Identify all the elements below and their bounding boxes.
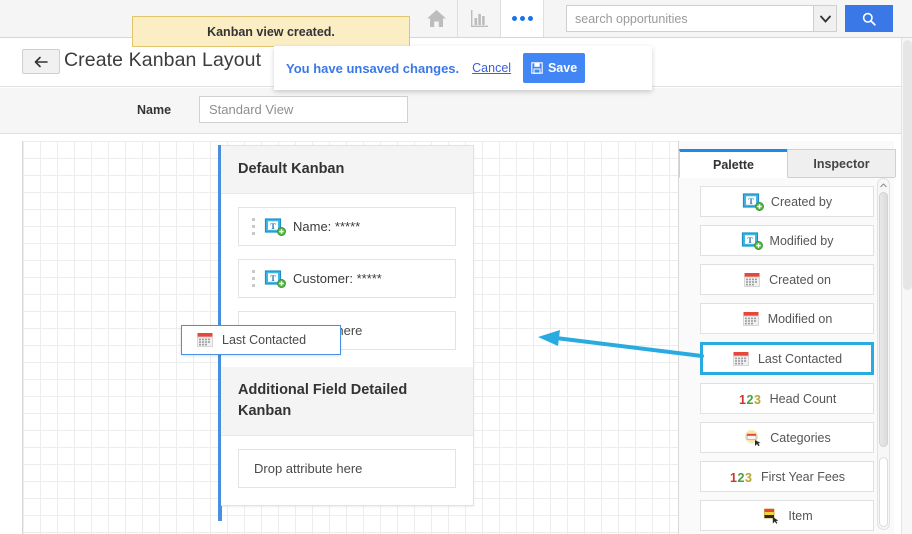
palette-item-label: Last Contacted — [757, 351, 843, 366]
attribute-card-name[interactable]: T Name: ***** — [238, 207, 456, 247]
number-123-icon: 1 2 3 — [730, 471, 752, 484]
home-button[interactable] — [414, 0, 458, 37]
section-title-additional: Additional Field Detailed Kanban — [221, 367, 473, 437]
svg-text:T: T — [748, 197, 754, 206]
name-input[interactable] — [199, 96, 408, 123]
more-dots-icon — [511, 16, 533, 21]
svg-text:3: 3 — [745, 471, 752, 484]
unsaved-changes-message: You have unsaved changes. — [286, 60, 460, 76]
text-attribute-icon: T — [264, 269, 286, 288]
attribute-card-customer[interactable]: T Customer: ***** — [238, 259, 456, 299]
dropzone-additional-kanban[interactable]: Drop attribute here — [238, 449, 456, 489]
palette-item-label: Head Count — [769, 391, 837, 406]
search-submit-button[interactable] — [845, 5, 893, 32]
calendar-icon — [197, 333, 213, 347]
tab-inspector[interactable]: Inspector — [787, 149, 896, 177]
number-123-icon: 1 2 3 — [739, 393, 761, 406]
drag-ghost-last-contacted[interactable]: Last Contacted — [181, 325, 341, 355]
svg-text:2: 2 — [737, 471, 744, 484]
palette-scroll-up-icon[interactable] — [878, 180, 889, 191]
palette-item-last-contacted[interactable]: Last Contacted — [700, 342, 874, 375]
palette-item-label: Modified on — [767, 311, 833, 326]
palette-item-first-year-fees[interactable]: 1 2 3 First Year Fees — [700, 461, 874, 492]
name-form-row: Name — [0, 88, 901, 134]
palette-scrollbar-track-lower[interactable] — [879, 457, 888, 527]
calendar-icon — [744, 272, 760, 287]
palette-item-label: Created on — [769, 272, 831, 287]
palette-item-created-on[interactable]: Created on — [700, 264, 874, 295]
palette-scrollbar-thumb[interactable] — [879, 192, 888, 447]
tab-palette[interactable]: Palette — [679, 149, 788, 178]
chevron-down-icon — [819, 15, 831, 23]
text-attribute-icon: T — [264, 217, 286, 236]
palette-item-head-count[interactable]: 1 2 3 Head Count — [700, 383, 874, 414]
section-body-additional: Drop attribute here — [221, 436, 473, 505]
drag-ghost-label: Last Contacted — [222, 333, 307, 347]
back-button[interactable] — [22, 49, 60, 74]
app-root: Create Kanban Layout Name Default Kanban — [0, 0, 912, 534]
reports-button[interactable] — [457, 0, 501, 37]
kanban-canvas[interactable]: Default Kanban T Name: ***** T Customer:… — [22, 141, 680, 534]
text-attribute-icon: T — [742, 192, 764, 211]
search-icon — [862, 12, 876, 26]
item-icon — [764, 508, 779, 524]
cancel-link[interactable]: Cancel — [472, 61, 511, 75]
palette-item-label: Created by — [770, 194, 833, 209]
svg-text:T: T — [270, 274, 276, 283]
svg-text:T: T — [747, 236, 753, 245]
palette-item-label: Modified by — [769, 233, 834, 248]
svg-text:3: 3 — [754, 393, 761, 406]
tab-inspector-label: Inspector — [813, 156, 870, 171]
page-scrollbar-thumb[interactable] — [903, 40, 912, 290]
page-title: Create Kanban Layout — [64, 49, 262, 71]
save-button[interactable]: Save — [523, 53, 586, 83]
unsaved-changes-bar: You have unsaved changes. Cancel Save — [274, 46, 652, 90]
notification-message: Kanban view created. — [207, 24, 335, 39]
calendar-icon — [733, 351, 749, 366]
drag-handle-icon[interactable] — [252, 218, 257, 236]
panel-tabs: Palette Inspector — [679, 149, 896, 178]
svg-text:T: T — [270, 222, 276, 231]
palette-item-label: First Year Fees — [760, 469, 846, 484]
palette-item-label: Item — [788, 508, 813, 523]
floppy-disk-icon — [531, 62, 543, 74]
palette-item-label: Categories — [770, 430, 831, 445]
arrow-left-icon — [34, 56, 48, 67]
search-scope-dropdown[interactable] — [813, 5, 837, 32]
text-attribute-icon: T — [741, 231, 763, 250]
svg-text:1: 1 — [730, 471, 737, 484]
search-input[interactable] — [566, 5, 813, 32]
bar-chart-icon — [470, 10, 488, 27]
palette-item-categories[interactable]: Categories — [700, 422, 874, 453]
home-icon — [426, 10, 446, 27]
palette-scrollbar[interactable] — [877, 178, 890, 530]
palette-item-created-by[interactable]: T Created by — [700, 186, 874, 217]
page-scrollbar[interactable] — [901, 38, 912, 534]
notification-banner: Kanban view created. — [132, 16, 410, 47]
palette-item-item[interactable]: Item — [700, 500, 874, 531]
palette-item-modified-on[interactable]: Modified on — [700, 303, 874, 334]
right-panel: Palette Inspector T Created by T Modifie… — [678, 141, 896, 534]
name-label: Name — [137, 103, 172, 117]
calendar-icon — [742, 311, 759, 326]
palette-item-list[interactable]: T Created by T Modified by Created on Mo… — [679, 178, 895, 534]
search-area — [566, 5, 893, 32]
tab-palette-label: Palette — [713, 157, 754, 172]
save-button-label: Save — [547, 61, 578, 75]
svg-text:2: 2 — [746, 393, 753, 406]
more-options-button[interactable] — [500, 0, 544, 37]
section-title-default: Default Kanban — [221, 146, 473, 195]
toolbar-icon-group — [415, 0, 544, 37]
attribute-card-label: Customer: ***** — [293, 271, 382, 287]
kanban-section-additional: Additional Field Detailed Kanban Drop at… — [221, 367, 473, 505]
palette-item-modified-by[interactable]: T Modified by — [700, 225, 874, 256]
category-icon — [745, 430, 761, 446]
drag-handle-icon[interactable] — [252, 270, 257, 288]
attribute-card-label: Name: ***** — [293, 219, 361, 235]
svg-text:1: 1 — [739, 393, 746, 406]
